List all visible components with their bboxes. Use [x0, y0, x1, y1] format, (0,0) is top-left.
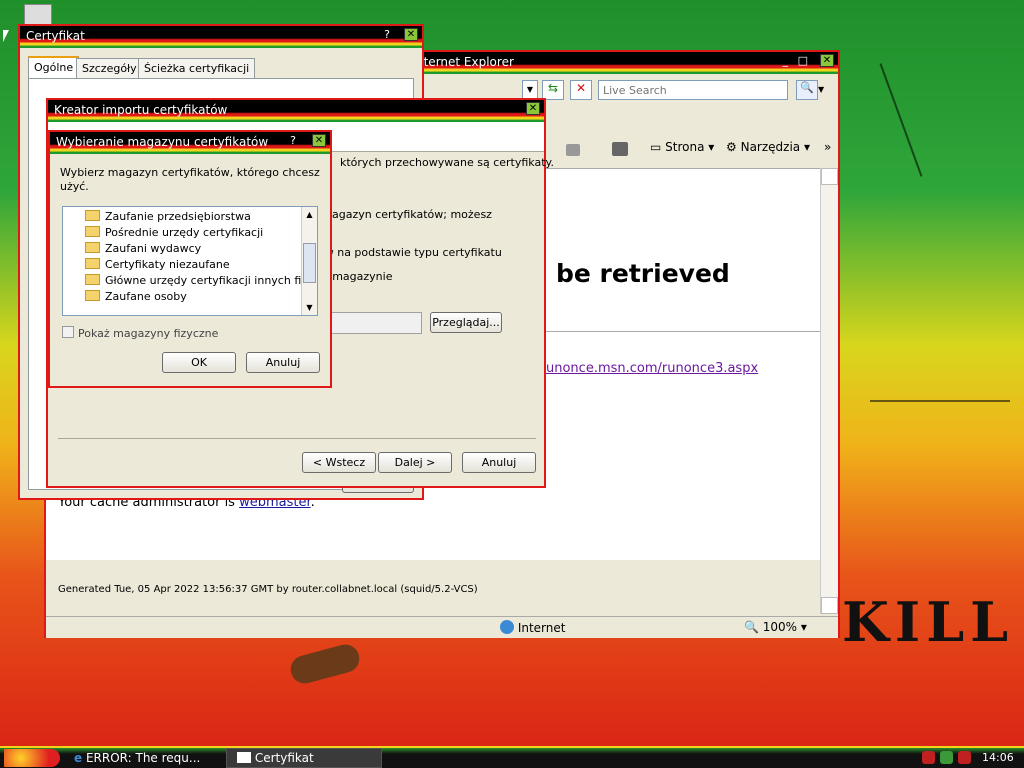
ie-icon: e: [74, 751, 83, 765]
taskbar-ie-label: ERROR: The requ...: [85, 751, 201, 765]
scroll-down-icon[interactable]: [821, 597, 838, 614]
search-button[interactable]: 🔍: [796, 80, 818, 100]
mouse-cursor-icon: [3, 30, 9, 42]
close-icon[interactable]: ✕: [526, 102, 540, 115]
close-icon[interactable]: ✕: [820, 54, 834, 67]
wizard-text-3: ow na podstawie typu certyfikatu: [318, 246, 502, 259]
store-title: Wybieranie magazynu certyfikatów: [56, 135, 269, 149]
close-icon[interactable]: ✕: [312, 134, 326, 147]
store-titlebar: Wybieranie magazynu certyfikatów ? ✕: [50, 132, 330, 154]
cert-titlebar: Certyfikat ? ✕: [20, 26, 422, 48]
desktop-bg-word: KILL: [842, 590, 1015, 654]
tab-cert-path[interactable]: Ścieżka certyfikacji: [138, 58, 256, 78]
feeds-icon[interactable]: [566, 144, 580, 156]
folder-icon: [85, 258, 100, 269]
tools-menu-label: Narzędzia: [740, 140, 801, 154]
zoom-icon: 🔍: [744, 620, 759, 634]
runonce-link[interactable]: unonce.msn.com/runonce3.aspx: [546, 361, 758, 376]
wizard-cancel-button[interactable]: Anuluj: [462, 452, 536, 473]
page-footer: Generated Tue, 05 Apr 2022 13:56:37 GMT …: [58, 584, 478, 595]
folder-icon: [85, 290, 100, 301]
vertical-scrollbar[interactable]: [820, 168, 838, 614]
help-icon[interactable]: ?: [290, 134, 296, 147]
ie-title: nternet Explorer: [416, 55, 514, 69]
wizard-title: Kreator importu certyfikatów: [54, 103, 228, 117]
dropdown-chevron-icon[interactable]: ▼: [522, 80, 538, 100]
page-menu-button[interactable]: ▭ Strona ▾: [650, 140, 714, 154]
page-menu-label: Strona: [665, 140, 705, 154]
maximize-icon[interactable]: □: [798, 54, 808, 67]
taskbar-cert-label: Certyfikat: [254, 751, 314, 765]
taskbar-ie[interactable]: e ERROR: The requ...: [74, 749, 220, 767]
show-physical-label: Pokaż magazyny fizyczne: [78, 327, 219, 340]
show-physical-checkbox[interactable]: [62, 326, 74, 338]
scroll-up-icon[interactable]: [821, 168, 838, 185]
tree-scrollbar[interactable]: ▲ ▼: [301, 207, 317, 315]
taskbar: e ERROR: The requ... Certyfikat 14:06: [0, 746, 1024, 768]
cert-title: Certyfikat: [26, 29, 85, 43]
tree-item[interactable]: Zaufanie przedsiębiorstwa: [63, 209, 317, 225]
tree-item[interactable]: Pośrednie urzędy certyfikacji: [63, 225, 317, 241]
stop-button[interactable]: ✕: [570, 80, 592, 100]
store-cancel-button[interactable]: Anuluj: [246, 352, 320, 373]
bg-scratch: [870, 400, 1010, 402]
error-heading: be retrieved: [556, 259, 730, 288]
zoom-control[interactable]: 🔍 100% ▾: [744, 620, 807, 634]
folder-icon: [85, 210, 100, 221]
tree-item[interactable]: Główne urzędy certyfikacji innych firm: [63, 273, 317, 289]
folder-icon: [85, 226, 100, 237]
help-icon[interactable]: ?: [384, 28, 390, 41]
bg-scratch: [879, 63, 923, 177]
tree-item[interactable]: Zaufane osoby: [63, 289, 317, 305]
window-icon: [237, 752, 251, 763]
tools-menu-button[interactable]: ⚙ Narzędzia ▾: [726, 140, 810, 154]
taskbar-cert[interactable]: Certyfikat: [226, 748, 382, 768]
refresh-button[interactable]: ⇆: [542, 80, 564, 100]
page-icon: ▭: [650, 140, 662, 154]
scroll-thumb[interactable]: [303, 243, 316, 283]
gear-icon: ⚙: [726, 140, 737, 154]
wizard-text-1: których przechowywane są certyfikaty.: [340, 156, 554, 169]
print-icon[interactable]: [612, 142, 628, 156]
tray-shield-icon[interactable]: [922, 751, 935, 764]
tray-network-icon[interactable]: [940, 751, 953, 764]
store-ok-button[interactable]: OK: [162, 352, 236, 373]
toolbar-overflow-icon[interactable]: »: [824, 140, 831, 154]
next-button[interactable]: Dalej >: [378, 452, 452, 473]
clock[interactable]: 14:06: [982, 751, 1014, 764]
zoom-level: 100%: [762, 620, 798, 634]
zone-label: Internet: [517, 621, 566, 635]
browse-button[interactable]: Przeglądaj...: [430, 312, 502, 333]
back-button[interactable]: < Wstecz: [302, 452, 376, 473]
scroll-up-icon[interactable]: ▲: [302, 207, 317, 222]
start-button[interactable]: [4, 749, 60, 767]
wizard-divider: [58, 438, 536, 439]
folder-icon: [85, 274, 100, 285]
store-prompt: Wybierz magazyn certyfikatów, którego ch…: [60, 166, 320, 193]
search-input[interactable]: [598, 80, 788, 100]
tray-security-icon[interactable]: [958, 751, 971, 764]
internet-zone: Internet: [500, 620, 565, 635]
tree-item[interactable]: Certyfikaty niezaufane: [63, 257, 317, 273]
select-store-dialog: Wybieranie magazynu certyfikatów ? ✕ Wyb…: [48, 130, 332, 388]
search-options-chevron-icon[interactable]: ▼: [818, 80, 830, 100]
wizard-titlebar: Kreator importu certyfikatów ✕: [48, 100, 544, 122]
folder-icon: [85, 242, 100, 253]
tree-item[interactable]: Zaufani wydawcy: [63, 241, 317, 257]
status-bar: Internet 🔍 100% ▾: [46, 616, 838, 638]
tab-details[interactable]: Szczegóły: [76, 58, 143, 78]
desktop-icon[interactable]: [24, 4, 52, 26]
joint-graphic: [287, 641, 363, 687]
close-icon[interactable]: ✕: [404, 28, 418, 41]
globe-icon: [500, 620, 514, 634]
wizard-text-2: agazyn certyfikatów; możesz: [332, 208, 492, 221]
store-path-field[interactable]: [318, 312, 422, 334]
store-tree[interactable]: Zaufanie przedsiębiorstwa Pośrednie urzę…: [62, 206, 318, 316]
scroll-down-icon[interactable]: ▼: [302, 300, 317, 315]
minimize-icon[interactable]: _: [783, 54, 789, 67]
tab-general[interactable]: Ogólne: [28, 56, 80, 78]
